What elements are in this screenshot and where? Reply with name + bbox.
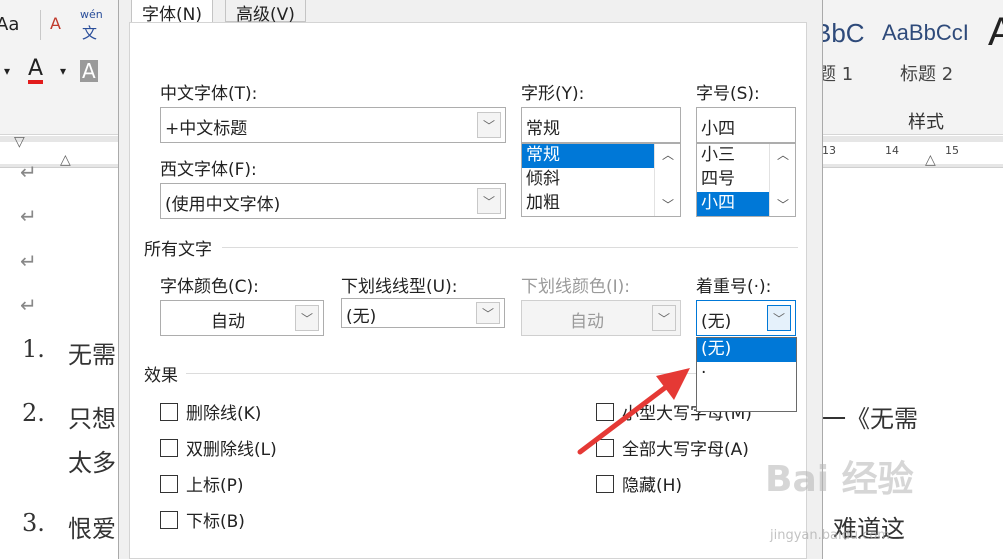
chevron-down-icon[interactable]: ﹀	[477, 112, 501, 138]
pinyin-guide-button[interactable]: wén	[80, 8, 103, 21]
scrollbar[interactable]: ︿ ﹀	[769, 144, 795, 216]
checkbox-box[interactable]	[160, 438, 178, 457]
font-size-input[interactable]: 小四	[696, 107, 796, 143]
tab-advanced[interactable]: 高级(V)	[225, 0, 306, 25]
scroll-up-icon[interactable]: ︿	[655, 144, 680, 166]
left-indent-marker[interactable]: △	[60, 152, 71, 168]
underline-color-value: 自动	[570, 312, 604, 332]
underline-type-label: 下划线线型(U):	[341, 277, 458, 297]
document-text: 无需	[68, 341, 116, 369]
effects-section-title: 效果	[144, 366, 178, 386]
clear-format-icon[interactable]: A	[50, 14, 61, 33]
font-style-label: 字形(Y):	[521, 84, 585, 104]
chinese-font-combo[interactable]: +中文标题 ﹀	[160, 107, 506, 143]
font-style-input[interactable]: 常规	[521, 107, 681, 143]
chevron-down-icon[interactable]: ﹀	[477, 188, 501, 214]
first-line-indent-marker[interactable]: ▽	[14, 134, 25, 150]
hidden-checkbox[interactable]: 隐藏(H)	[596, 471, 682, 496]
list-item[interactable]: 小四	[697, 192, 769, 216]
chevron-down-icon[interactable]: ﹀	[295, 305, 319, 331]
western-font-value: (使用中文字体)	[165, 195, 281, 215]
style-name-heading-2: 标题 2	[900, 64, 954, 85]
checkbox-label: 隐藏(H)	[622, 476, 683, 496]
list-item[interactable]: 常规	[522, 144, 654, 168]
ruler-tick-13: 13	[822, 144, 836, 157]
checkbox-label: 双删除线(L)	[186, 440, 277, 460]
chinese-font-label: 中文字体(T):	[160, 84, 258, 104]
style-sample-heading-2[interactable]: AaBbCcI	[882, 20, 969, 46]
dropdown-option[interactable]: (无)	[697, 338, 796, 362]
font-color-label: 字体颜色(C):	[160, 277, 259, 297]
paragraph-mark: ↵	[20, 249, 37, 273]
dropdown-option[interactable]: ·	[697, 362, 796, 386]
western-font-combo[interactable]: (使用中文字体) ﹀	[160, 183, 506, 219]
paragraph-mark: ↵	[20, 204, 37, 228]
underline-color-label: 下划线颜色(I):	[521, 277, 631, 297]
font-color-dropdown-icon[interactable]: ▾	[60, 64, 66, 78]
list-number: 2.	[22, 399, 45, 427]
font-size-label: 字号(S):	[696, 84, 760, 104]
strikethrough-checkbox[interactable]: 删除线(K)	[160, 399, 261, 424]
checkbox-box[interactable]	[596, 474, 614, 493]
font-size-list[interactable]: 小三 四号 小四 ︿ ﹀	[696, 143, 796, 217]
list-number: 1.	[22, 335, 45, 363]
ribbon-separator	[40, 10, 41, 40]
document-text: 恨爱	[68, 515, 116, 543]
document-text: 太多	[68, 449, 116, 477]
scroll-down-icon[interactable]: ﹀	[770, 194, 795, 216]
scrollbar[interactable]: ︿ ﹀	[654, 144, 680, 216]
double-strikethrough-checkbox[interactable]: 双删除线(L)	[160, 435, 277, 460]
subscript-checkbox[interactable]: 下标(B)	[160, 507, 245, 532]
checkbox-label: 删除线(K)	[186, 404, 262, 424]
baidu-watermark-url: jingyan.baidu.com	[770, 528, 890, 543]
scroll-down-icon[interactable]: ﹀	[655, 194, 680, 216]
checkbox-label: 下标(B)	[186, 512, 245, 532]
chinese-font-value: +中文标题	[165, 119, 248, 139]
font-color-value: 自动	[211, 312, 245, 332]
font-color-button[interactable]: A	[28, 58, 44, 84]
underline-type-value: (无)	[346, 307, 377, 327]
font-style-list[interactable]: 常规 倾斜 加粗 ︿ ﹀	[521, 143, 681, 217]
font-color-combo[interactable]: 自动 ﹀	[160, 300, 324, 336]
ruler-tick-15: 15	[945, 144, 959, 157]
chevron-down-icon: ﹀	[652, 305, 676, 331]
emphasis-mark-label: 着重号(·):	[696, 277, 772, 297]
document-text: 一《无需	[822, 405, 918, 433]
list-number: 3.	[22, 509, 45, 537]
emphasis-mark-dropdown[interactable]: (无) ·	[696, 337, 797, 412]
styles-gallery: BbC AaBbCcI A 题 1 标题 2	[810, 0, 1003, 100]
annotation-arrow-icon	[577, 368, 690, 455]
character-shading-button[interactable]: A	[80, 60, 98, 82]
superscript-checkbox[interactable]: 上标(P)	[160, 471, 244, 496]
checkbox-label: 上标(P)	[186, 476, 244, 496]
chevron-down-icon[interactable]: ﹀	[767, 305, 791, 331]
underline-type-combo[interactable]: (无) ﹀	[341, 298, 505, 328]
section-divider	[222, 247, 798, 248]
ruler-tick-14: 14	[885, 144, 899, 157]
scroll-up-icon[interactable]: ︿	[770, 144, 795, 166]
paragraph-mark: ↵	[20, 160, 37, 184]
emphasis-mark-value: (无)	[701, 312, 732, 332]
checkbox-box[interactable]	[160, 402, 178, 421]
all-text-section-title: 所有文字	[144, 240, 212, 260]
tab-font[interactable]: 字体(N)	[131, 0, 213, 25]
paragraph-mark: ↵	[20, 293, 37, 317]
document-text: 只想	[68, 405, 116, 433]
chevron-down-icon[interactable]: ﹀	[476, 302, 500, 324]
pinyin-char: 文	[82, 24, 98, 42]
font-tab-panel: 中文字体(T): +中文标题 ﹀ 西文字体(F): (使用中文字体) ﹀ 字形(…	[129, 22, 807, 559]
checkbox-box[interactable]	[160, 474, 178, 493]
style-sample-title[interactable]: A	[988, 10, 1003, 55]
western-font-label: 西文字体(F):	[160, 160, 257, 180]
checkbox-box[interactable]	[160, 510, 178, 529]
style-name-heading-1: 题 1	[818, 64, 854, 85]
emphasis-mark-combo[interactable]: (无) ﹀	[696, 300, 796, 336]
change-case-button[interactable]: Aa	[0, 14, 19, 35]
dropdown-arrow-icon[interactable]: ▾	[4, 64, 10, 78]
font-dialog: 字体(N) 高级(V) 中文字体(T): +中文标题 ﹀ 西文字体(F): (使…	[118, 0, 823, 559]
underline-color-combo: 自动 ﹀	[521, 300, 681, 336]
right-indent-marker[interactable]: △	[925, 152, 936, 168]
styles-group-label: 样式	[908, 112, 944, 133]
baidu-watermark: Bai 经验	[765, 459, 914, 500]
